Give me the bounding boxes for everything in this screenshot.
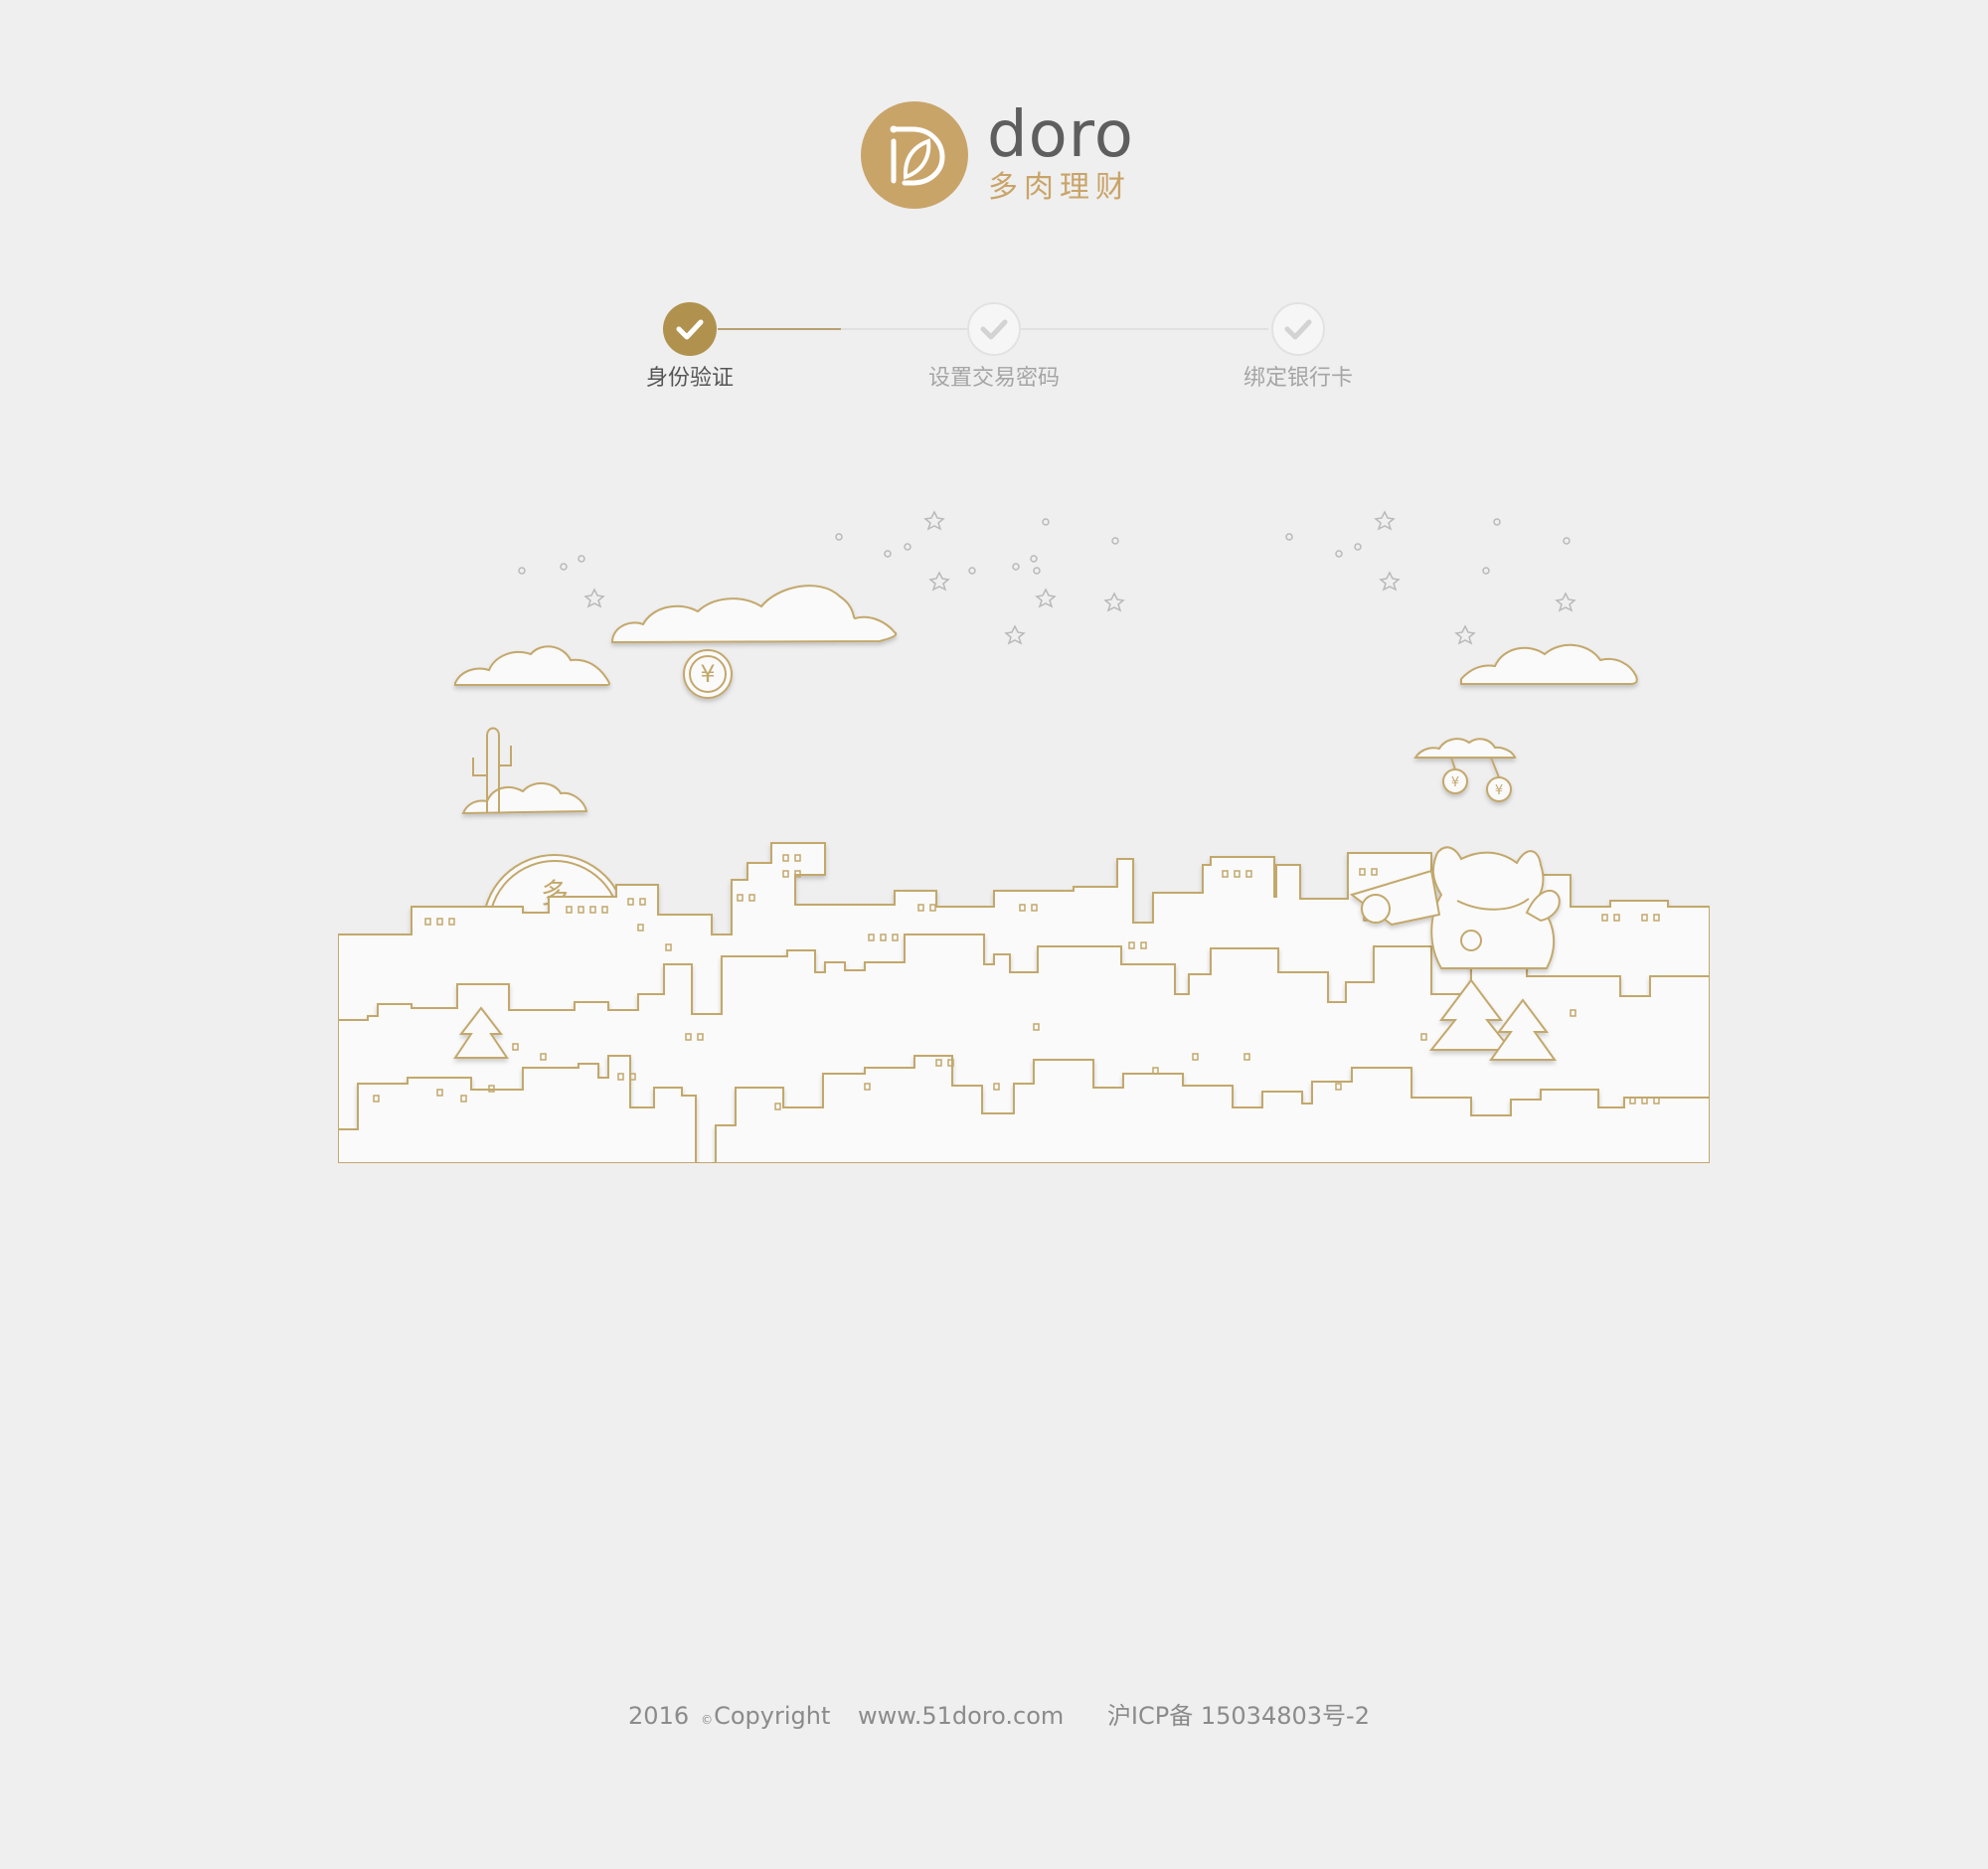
svg-text:¥: ¥ <box>1495 783 1503 798</box>
brand-logo[interactable]: doro 多肉理财 <box>861 99 1139 209</box>
svg-text:¥: ¥ <box>1451 775 1459 790</box>
footer-icp-link[interactable]: 沪ICP备 15034803号-2 <box>1107 1702 1370 1730</box>
step-3-label: 绑定银行卡 <box>1242 366 1353 391</box>
step-1-label: 身份验证 <box>645 366 734 391</box>
copyright-symbol: © <box>701 1713 714 1727</box>
footer-site-link[interactable]: www.51doro.com <box>858 1702 1064 1730</box>
step-1-check-icon <box>663 302 717 356</box>
logo-subtitle: 多肉理财 <box>988 170 1131 205</box>
logo-mark-icon <box>861 101 968 209</box>
step-3-check-icon <box>1271 302 1325 356</box>
step-connector-done <box>718 328 841 330</box>
footer-copyright: 2016 ©Copyright <box>628 1702 831 1730</box>
page-footer: 2016 ©Copyright www.51doro.com 沪ICP备 1503… <box>0 1704 1988 1728</box>
step-connector-pending <box>841 328 1268 330</box>
logo-wordmark: doro <box>987 98 1134 172</box>
step-2-label: 设置交易密码 <box>927 366 1060 391</box>
city-illustration: ¥ ¥ ¥ ¥ ¥ ¥ 多 理 财 肉 <box>338 510 1710 1163</box>
progress-steps: 身份验证 设置交易密码 绑定银行卡 <box>0 298 1988 408</box>
svg-text:¥: ¥ <box>700 660 715 688</box>
step-2-check-icon <box>967 302 1021 356</box>
